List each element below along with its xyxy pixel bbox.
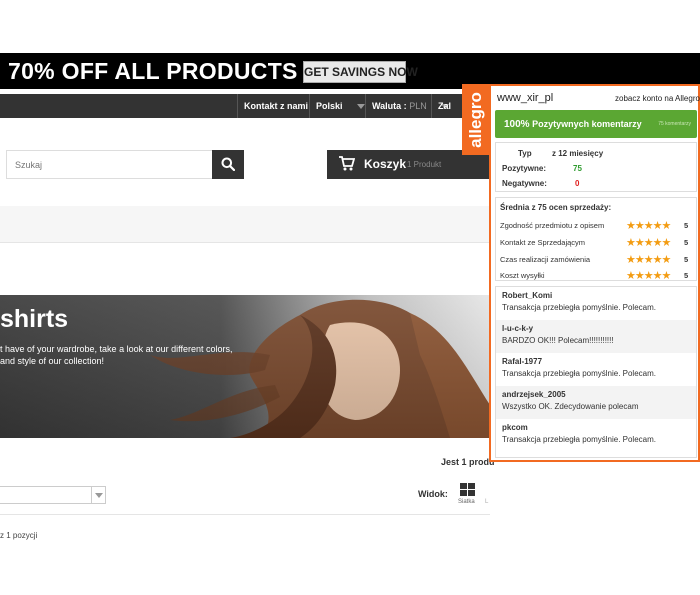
period-header: z 12 miesięcy bbox=[552, 149, 604, 158]
divider bbox=[0, 514, 490, 515]
grid-view-icon[interactable] bbox=[460, 483, 476, 497]
comment-item: andrzejsek_2005 Wszystko OK. Zdecydowani… bbox=[496, 386, 696, 419]
chevron-down-icon bbox=[91, 487, 105, 503]
rating-row: Kontakt ze Sprzedającym ★★★★★ 5 bbox=[500, 237, 692, 250]
comment-user: andrzejsek_2005 bbox=[502, 390, 566, 399]
view-label: Widok: bbox=[418, 489, 448, 499]
comment-text: BARDZO OK!!! Polecam!!!!!!!!!!! bbox=[502, 336, 614, 345]
positive-label: Pozytywnych komentarzy bbox=[532, 119, 642, 129]
type-header: Typ bbox=[518, 149, 532, 158]
rating-row: Zgodność przedmiotu z opisem ★★★★★ 5 bbox=[500, 220, 692, 233]
comment-user: pkcom bbox=[502, 423, 528, 432]
comment-item: l-u-c-k-y BARDZO OK!!! Polecam!!!!!!!!!!… bbox=[496, 320, 696, 353]
rating-label: Zgodność przedmiotu z opisem bbox=[500, 221, 605, 230]
feedback-table: Typ z 12 miesięcy Pozytywne: 75 Negatywn… bbox=[495, 142, 697, 192]
negative-count: 0 bbox=[575, 179, 580, 188]
positive-count: 75 bbox=[573, 164, 582, 173]
cart-icon bbox=[339, 156, 355, 171]
allegro-widget: www_xir_pl zobacz konto na Allegro 100% … bbox=[489, 84, 700, 462]
list-view-caption[interactable]: L bbox=[485, 499, 488, 505]
star-rating-icon: ★★★★★ bbox=[626, 237, 671, 249]
get-savings-button[interactable]: GET SAVINGS NOW bbox=[303, 61, 418, 83]
rating-value: 5 bbox=[684, 255, 689, 264]
seller-username: www_xir_pl bbox=[497, 92, 554, 104]
ratings-heading: Średnia z 75 ocen sprzedaży: bbox=[500, 203, 612, 212]
nav-contact-label: Kontakt z nami bbox=[244, 101, 309, 111]
category-banner: shirts t have of your wardrobe, take a l… bbox=[0, 295, 490, 438]
pagination-summary: z 1 pozycji bbox=[0, 531, 38, 540]
rating-value: 5 bbox=[684, 221, 689, 230]
grid-view-caption: Siatka bbox=[458, 499, 475, 505]
language-label: Polski bbox=[316, 101, 343, 111]
comment-user: Robert_Komi bbox=[502, 291, 553, 300]
star-rating-icon: ★★★★★ bbox=[626, 254, 671, 266]
positive-percent: 100% bbox=[504, 119, 530, 130]
rating-row: Czas realizacji zamówienia ★★★★★ 5 bbox=[500, 254, 692, 267]
comment-text: Wszystko OK. Zdecydowanie polecam bbox=[502, 402, 639, 411]
nav-login-link[interactable]: Zal bbox=[431, 94, 451, 118]
results-count: Jest 1 produ bbox=[441, 457, 495, 467]
nav-contact-link[interactable]: Kontakt z nami bbox=[237, 94, 308, 118]
rating-label: Koszt wysyłki bbox=[500, 271, 545, 280]
banner-title: shirts bbox=[0, 305, 69, 333]
rating-label: Czas realizacji zamówienia bbox=[500, 255, 591, 264]
positive-row-label: Pozytywne: bbox=[502, 164, 547, 173]
rating-label: Kontakt ze Sprzedającym bbox=[500, 238, 586, 247]
language-selector[interactable]: Polski bbox=[309, 94, 365, 118]
comment-item: Rafal-1977 Transakcja przebiegła pomyśln… bbox=[496, 353, 696, 386]
comment-user: Rafal-1977 bbox=[502, 357, 543, 366]
search-icon bbox=[221, 157, 235, 171]
nav-login-label: Zal bbox=[438, 101, 452, 111]
search-input[interactable] bbox=[6, 150, 213, 179]
cart-label: Koszyk bbox=[364, 157, 407, 171]
cart-count: 1 Produkt bbox=[407, 160, 442, 169]
currency-label: Waluta : bbox=[372, 101, 407, 111]
comments-list: Robert_Komi Transakcja przebiegła pomyśl… bbox=[495, 286, 697, 458]
comment-item: pkcom Transakcja przebiegła pomyślnie. P… bbox=[496, 419, 696, 452]
comment-user: l-u-c-k-y bbox=[502, 324, 534, 333]
star-rating-icon: ★★★★★ bbox=[626, 270, 671, 282]
rating-row: Koszt wysyłki ★★★★★ 5 bbox=[500, 270, 692, 283]
negative-row-label: Negatywne: bbox=[502, 179, 547, 188]
comment-text: Transakcja przebiegła pomyślnie. Polecam… bbox=[502, 369, 656, 378]
comment-count: 75 komentarzy bbox=[658, 121, 691, 127]
ratings-box: Średnia z 75 ocen sprzedaży: Zgodność pr… bbox=[495, 197, 697, 283]
star-rating-icon: ★★★★★ bbox=[626, 220, 671, 232]
allegro-logo: allegro bbox=[462, 84, 490, 155]
allegro-logo-text: allegro bbox=[466, 91, 485, 148]
chevron-down-icon bbox=[356, 104, 365, 110]
comment-text: Transakcja przebiegła pomyślnie. Polecam… bbox=[502, 435, 656, 444]
rating-value: 5 bbox=[684, 238, 689, 247]
banner-overlay bbox=[0, 295, 490, 438]
positive-summary-bar: 100% Pozytywnych komentarzy 75 komentarz… bbox=[495, 110, 697, 138]
currency-value: PLN bbox=[409, 101, 427, 111]
banner-description-1: t have of your wardrobe, take a look at … bbox=[0, 344, 233, 354]
view-allegro-account-link[interactable]: zobacz konto na Allegro bbox=[615, 94, 700, 103]
page: 70% OFF ALL PRODUCTS GET SAVINGS NOW Kon… bbox=[0, 0, 700, 595]
comment-text: Transakcja przebiegła pomyślnie. Polecam… bbox=[502, 303, 656, 312]
banner-description-2: and style of our collection! bbox=[0, 356, 105, 366]
search-button[interactable] bbox=[212, 150, 244, 179]
comment-item: Robert_Komi Transakcja przebiegła pomyśl… bbox=[496, 287, 696, 320]
promo-text: 70% OFF ALL PRODUCTS bbox=[8, 58, 298, 84]
rating-value: 5 bbox=[684, 271, 689, 280]
sort-select[interactable] bbox=[0, 486, 106, 504]
